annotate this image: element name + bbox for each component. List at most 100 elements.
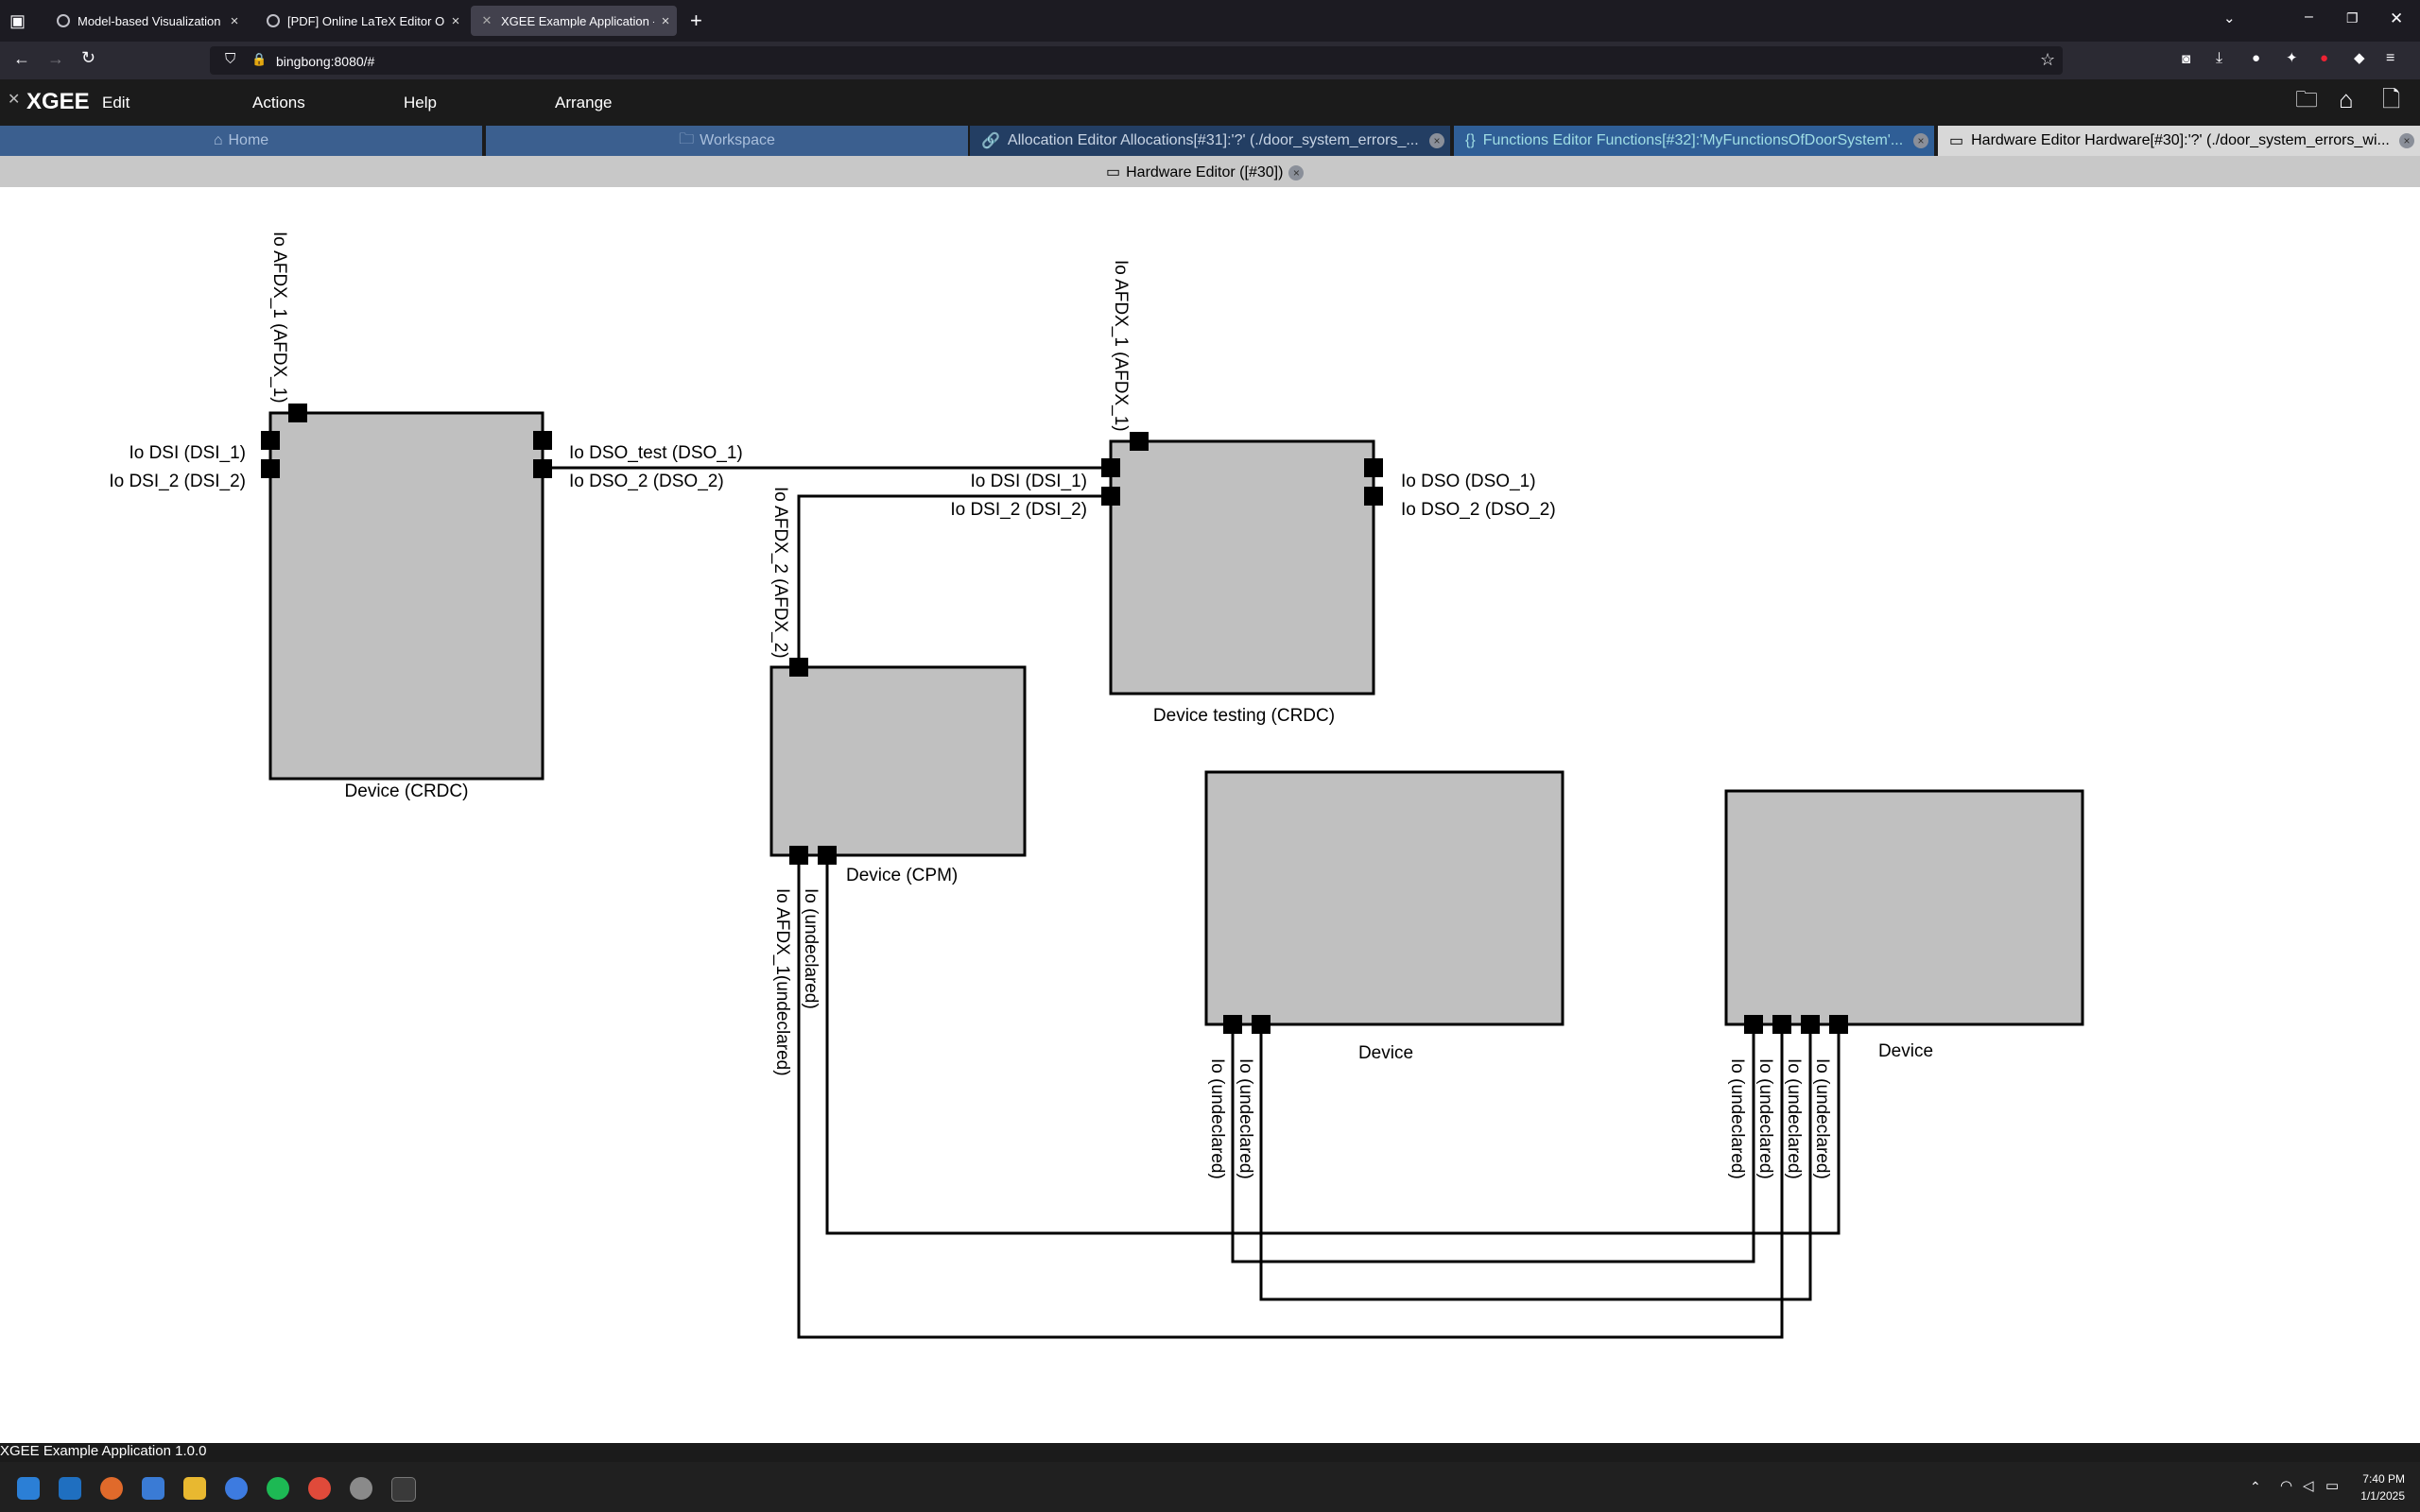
connection-device1-device2-a[interactable]: [1231, 1024, 1755, 1263]
vscode-icon[interactable]: [59, 1477, 81, 1500]
home-icon[interactable]: ⌂: [2339, 87, 2354, 112]
chrome-icon[interactable]: [308, 1477, 331, 1500]
bookmark-star-icon[interactable]: ☆: [2040, 51, 2055, 68]
close-tab-icon[interactable]: ×: [654, 13, 677, 29]
port[interactable]: [789, 846, 808, 865]
start-icon[interactable]: [17, 1477, 40, 1500]
device-testing-body[interactable]: [1109, 439, 1375, 696]
close-tab-icon[interactable]: ×: [223, 13, 246, 29]
tab-allocation-editor[interactable]: 🔗 Allocation Editor Allocations[#31]:'?' …: [970, 126, 1450, 156]
port-label: Io AFDX_2 (AFDX_2): [770, 487, 790, 659]
downloads-icon[interactable]: ⤓: [2216, 51, 2222, 66]
connection-device1-device2-b[interactable]: [1259, 1024, 1812, 1301]
browser-tab-2[interactable]: [PDF] Online LaTeX Editor Over ×: [257, 6, 467, 36]
firefox-icon[interactable]: [100, 1477, 123, 1500]
device-testing-crdc[interactable]: Device testing (CRDC) Io AFDX_1 (AFDX_1)…: [950, 260, 1555, 726]
wifi-icon[interactable]: ◠: [2280, 1479, 2292, 1493]
braces-icon: {}: [1465, 132, 1476, 148]
close-tab-icon[interactable]: ×: [444, 13, 467, 29]
spotify-icon[interactable]: [267, 1477, 289, 1500]
port[interactable]: [1801, 1015, 1820, 1034]
port-label: Io AFDX_1 (AFDX_1): [1111, 260, 1131, 432]
account-icon[interactable]: ●: [2252, 51, 2260, 65]
port[interactable]: [288, 404, 307, 422]
app-icon[interactable]: [225, 1477, 248, 1500]
document-icon[interactable]: 🗋: [2382, 89, 2400, 112]
volume-icon[interactable]: ◁: [2303, 1479, 2314, 1493]
device-cpm[interactable]: Device (CPM) Io AFDX_2 (AFDX_2) Io AFDX_…: [769, 487, 1027, 1076]
browser-tab-3[interactable]: ✕ XGEE Example Application - Ha ×: [471, 6, 677, 36]
new-tab-button[interactable]: +: [690, 10, 702, 31]
browser-tab-1[interactable]: Model-based Visualization Verif ×: [47, 6, 246, 36]
terminal-icon[interactable]: [391, 1477, 416, 1502]
restore-icon[interactable]: ❐: [2346, 11, 2359, 25]
notepad-icon[interactable]: [142, 1477, 164, 1500]
reload-icon[interactable]: ↻: [81, 49, 95, 66]
port[interactable]: [1252, 1015, 1270, 1034]
close-tab-icon[interactable]: ×: [1913, 133, 1928, 148]
port[interactable]: [1364, 487, 1383, 506]
settings-icon[interactable]: [350, 1477, 372, 1500]
port[interactable]: [1130, 432, 1149, 451]
window-close-icon[interactable]: ✕: [2390, 10, 2403, 26]
device-1[interactable]: Device Io (undeclared) Io (undeclared): [1204, 770, 1564, 1179]
port[interactable]: [1101, 487, 1120, 506]
addon-icon[interactable]: ●: [2320, 51, 2328, 65]
port[interactable]: [533, 459, 552, 478]
device-2[interactable]: Device Io (undeclared) Io (undeclared) I…: [1724, 789, 2084, 1179]
clock-time[interactable]: 7:40 PM: [2354, 1472, 2405, 1486]
pocket-icon[interactable]: ◙: [2182, 52, 2190, 66]
device-crdc-body[interactable]: [268, 411, 544, 781]
hardware-diagram-canvas[interactable]: Device (CRDC) Io AFDX_1 (AFDX_1) Io DSI …: [0, 0, 2420, 1512]
addon-icon[interactable]: ◆: [2354, 51, 2365, 65]
port[interactable]: [261, 431, 280, 450]
url-text[interactable]: bingbong:8080/#: [276, 54, 374, 69]
connection-afdx2-dsi2[interactable]: [797, 494, 1111, 667]
device-body[interactable]: [1724, 789, 2084, 1026]
tab-functions-editor[interactable]: {} Functions Editor Functions[#32]:'MyFun…: [1454, 126, 1934, 156]
menu-arrange[interactable]: Arrange: [555, 94, 612, 112]
list-all-tabs-icon[interactable]: ⌄: [2223, 11, 2236, 26]
hamburger-menu-icon[interactable]: ≡: [2386, 51, 2394, 66]
url-bar[interactable]: [210, 46, 2063, 75]
port[interactable]: [1772, 1015, 1791, 1034]
port[interactable]: [1101, 458, 1120, 477]
device-body[interactable]: [1204, 770, 1564, 1026]
device-crdc[interactable]: Device (CRDC) Io AFDX_1 (AFDX_1) Io DSI …: [109, 232, 742, 801]
close-editor-icon[interactable]: ×: [1288, 165, 1305, 180]
menu-actions[interactable]: Actions: [252, 94, 305, 112]
file-explorer-icon[interactable]: [183, 1477, 206, 1500]
port[interactable]: [1744, 1015, 1763, 1034]
port[interactable]: [789, 658, 808, 677]
port[interactable]: [1364, 458, 1383, 477]
favicon-icon: [267, 14, 280, 27]
close-tab-icon[interactable]: ×: [1429, 133, 1444, 148]
clock-date[interactable]: 1/1/2025: [2354, 1489, 2405, 1503]
port[interactable]: [818, 846, 837, 865]
lock-icon[interactable]: 🔒: [251, 53, 267, 65]
port[interactable]: [533, 431, 552, 450]
tab-home[interactable]: ⌂ Home: [0, 126, 482, 156]
forward-icon[interactable]: →: [47, 50, 64, 67]
back-icon[interactable]: ←: [13, 50, 30, 67]
battery-icon[interactable]: ▭: [2325, 1479, 2339, 1493]
port[interactable]: [1223, 1015, 1242, 1034]
extensions-icon[interactable]: ✦: [2286, 51, 2298, 65]
close-tab-icon[interactable]: ×: [2399, 133, 2414, 148]
shield-icon[interactable]: ⛉: [225, 52, 235, 66]
minimize-icon[interactable]: –: [2305, 9, 2313, 25]
port-label: Io (undeclared): [1727, 1058, 1747, 1179]
menu-help[interactable]: Help: [404, 94, 437, 112]
tray-chevron-icon[interactable]: ⌃: [2250, 1480, 2261, 1493]
connection-cpm-afdx1-device2[interactable]: [797, 855, 1784, 1339]
editor-title: ▭ Hardware Editor ([#30]) ×: [1106, 163, 1305, 181]
folder-icon[interactable]: 🗀: [2295, 89, 2318, 112]
tab-hardware-editor[interactable]: ▭ Hardware Editor Hardware[#30]:'?' (./do…: [1938, 126, 2420, 156]
device-cpm-body[interactable]: [769, 665, 1027, 857]
port[interactable]: [261, 459, 280, 478]
connection-cpm-device2[interactable]: [825, 855, 1841, 1235]
port[interactable]: [1829, 1015, 1848, 1034]
tab-workspace[interactable]: 🗀 Workspace: [486, 126, 968, 156]
menu-edit[interactable]: Edit: [102, 94, 130, 112]
tab-list-icon[interactable]: ▣: [9, 12, 26, 29]
